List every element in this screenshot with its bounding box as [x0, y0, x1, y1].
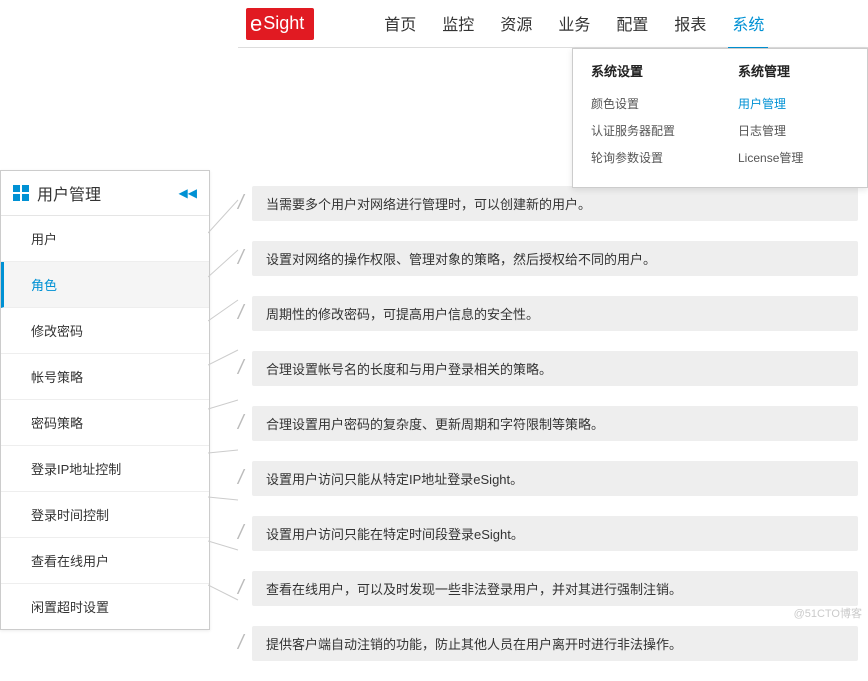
- logo: eSight: [238, 8, 322, 40]
- nav-business[interactable]: 业务: [554, 0, 594, 49]
- logo-prefix: e: [250, 11, 262, 37]
- desc-row-5: / 设置用户访问只能从特定IP地址登录eSight。: [238, 461, 858, 496]
- dropdown-color-settings[interactable]: 颜色设置: [591, 90, 702, 117]
- dropdown-license-management[interactable]: License管理: [738, 144, 849, 171]
- slash-icon: /: [238, 192, 246, 215]
- dropdown-user-management[interactable]: 用户管理: [738, 90, 849, 117]
- desc-row-7: / 查看在线用户，可以及时发现一些非法登录用户，并对其进行强制注销。: [238, 571, 858, 606]
- nav-monitor[interactable]: 监控: [438, 0, 478, 49]
- desc-row-0: / 当需要多个用户对网络进行管理时，可以创建新的用户。: [238, 186, 858, 221]
- sidebar-item-online-users[interactable]: 查看在线用户: [1, 538, 209, 584]
- nav-home[interactable]: 首页: [380, 0, 420, 49]
- sidebar-item-idle-timeout[interactable]: 闲置超时设置: [1, 584, 209, 629]
- desc-row-6: / 设置用户访问只能在特定时间段登录eSight。: [238, 516, 858, 551]
- sidebar-item-time-control[interactable]: 登录时间控制: [1, 492, 209, 538]
- grid-icon: [13, 185, 29, 201]
- nav-resource[interactable]: 资源: [496, 0, 536, 49]
- top-bar: eSight 首页 监控 资源 业务 配置 报表 系统: [238, 0, 868, 48]
- sidebar-item-ip-control[interactable]: 登录IP地址控制: [1, 446, 209, 492]
- nav-report[interactable]: 报表: [670, 0, 710, 49]
- sidebar-item-user[interactable]: 用户: [1, 216, 209, 262]
- watermark: @51CTO博客: [794, 605, 862, 621]
- desc-row-2: / 周期性的修改密码，可提高用户信息的安全性。: [238, 296, 858, 331]
- desc-box-7: 查看在线用户，可以及时发现一些非法登录用户，并对其进行强制注销。: [252, 571, 858, 606]
- logo-badge: eSight: [246, 8, 314, 40]
- desc-row-4: / 合理设置用户密码的复杂度、更新周期和字符限制等策略。: [238, 406, 858, 441]
- sidebar: 用户管理 ◀◀ 用户 角色 修改密码 帐号策略 密码策略 登录IP地址控制 登录…: [0, 170, 210, 630]
- system-dropdown: 系统设置 颜色设置 认证服务器配置 轮询参数设置 系统管理 用户管理 日志管理 …: [572, 48, 868, 188]
- nav-config[interactable]: 配置: [612, 0, 652, 49]
- desc-box-0: 当需要多个用户对网络进行管理时，可以创建新的用户。: [252, 186, 858, 221]
- desc-box-2: 周期性的修改密码，可提高用户信息的安全性。: [252, 296, 858, 331]
- logo-text: Sight: [263, 13, 304, 34]
- slash-icon: /: [238, 522, 246, 545]
- dropdown-header-settings: 系统设置: [591, 61, 702, 80]
- desc-box-6: 设置用户访问只能在特定时间段登录eSight。: [252, 516, 858, 551]
- slash-icon: /: [238, 357, 246, 380]
- sidebar-item-role[interactable]: 角色: [1, 262, 209, 308]
- slash-icon: /: [238, 632, 246, 655]
- slash-icon: /: [238, 467, 246, 490]
- collapse-icon[interactable]: ◀◀: [179, 186, 197, 200]
- dropdown-header-management: 系统管理: [738, 61, 849, 80]
- desc-box-8: 提供客户端自动注销的功能，防止其他人员在用户离开时进行非法操作。: [252, 626, 858, 661]
- slash-icon: /: [238, 412, 246, 435]
- sidebar-title: 用户管理: [37, 181, 179, 205]
- slash-icon: /: [238, 302, 246, 325]
- sidebar-header: 用户管理 ◀◀: [1, 171, 209, 216]
- slash-icon: /: [238, 247, 246, 270]
- desc-row-1: / 设置对网络的操作权限、管理对象的策略，然后授权给不同的用户。: [238, 241, 858, 276]
- dropdown-col-management: 系统管理 用户管理 日志管理 License管理: [720, 61, 867, 171]
- sidebar-item-account-policy[interactable]: 帐号策略: [1, 354, 209, 400]
- dropdown-log-management[interactable]: 日志管理: [738, 117, 849, 144]
- dropdown-col-settings: 系统设置 颜色设置 认证服务器配置 轮询参数设置: [573, 61, 720, 171]
- slash-icon: /: [238, 577, 246, 600]
- desc-row-8: / 提供客户端自动注销的功能，防止其他人员在用户离开时进行非法操作。: [238, 626, 858, 661]
- desc-box-3: 合理设置帐号名的长度和与用户登录相关的策略。: [252, 351, 858, 386]
- dropdown-auth-server[interactable]: 认证服务器配置: [591, 117, 702, 144]
- main-nav: 首页 监控 资源 业务 配置 报表 系统: [380, 0, 768, 49]
- dropdown-poll-params[interactable]: 轮询参数设置: [591, 144, 702, 171]
- sidebar-item-change-password[interactable]: 修改密码: [1, 308, 209, 354]
- nav-system[interactable]: 系统: [728, 0, 768, 49]
- content-area: / 当需要多个用户对网络进行管理时，可以创建新的用户。 / 设置对网络的操作权限、管…: [238, 186, 858, 681]
- desc-box-1: 设置对网络的操作权限、管理对象的策略，然后授权给不同的用户。: [252, 241, 858, 276]
- desc-row-3: / 合理设置帐号名的长度和与用户登录相关的策略。: [238, 351, 858, 386]
- desc-box-5: 设置用户访问只能从特定IP地址登录eSight。: [252, 461, 858, 496]
- desc-box-4: 合理设置用户密码的复杂度、更新周期和字符限制等策略。: [252, 406, 858, 441]
- sidebar-item-password-policy[interactable]: 密码策略: [1, 400, 209, 446]
